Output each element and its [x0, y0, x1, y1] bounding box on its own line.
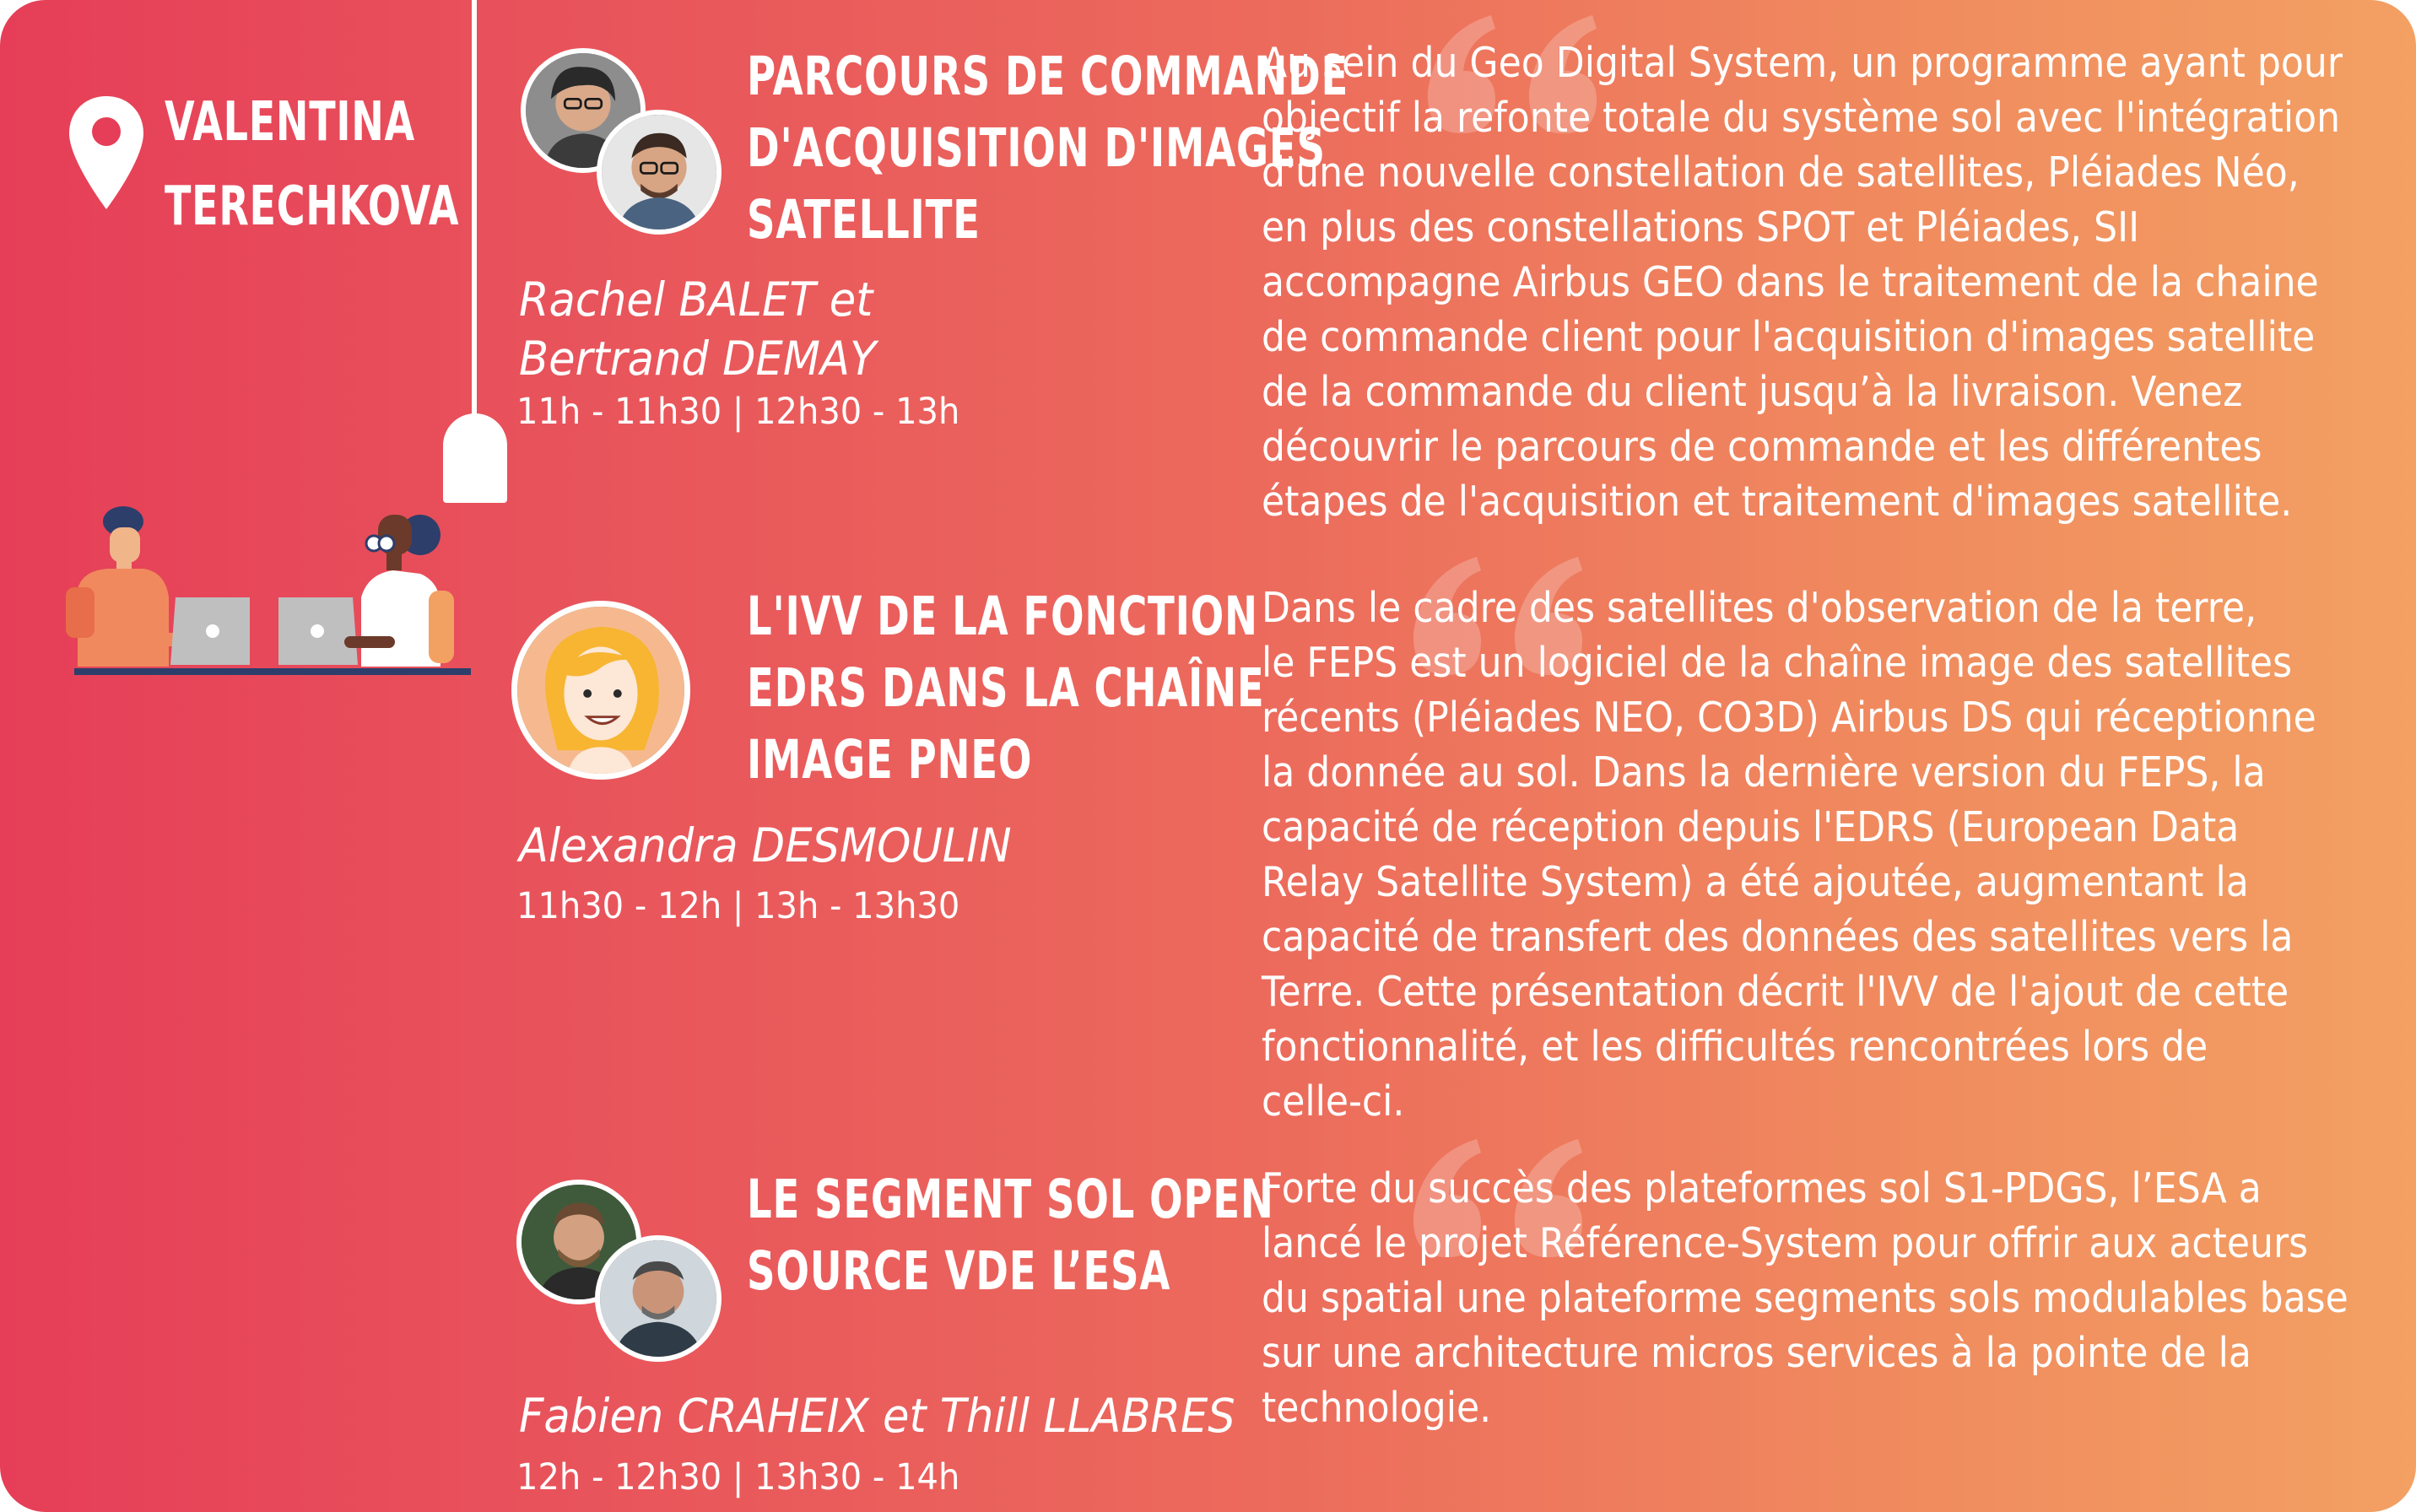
speaker-line: Alexandra DESMOULIN: [519, 818, 1012, 872]
talk-description: Au sein du Geo Digital System, un progra…: [1262, 35, 2416, 529]
room-name-line: VALENTINA: [165, 91, 415, 154]
speaker-avatar: [597, 110, 722, 235]
speaker-avatar: [511, 601, 690, 780]
talk-title: L'IVV DE LA FONCTION EDRS DANS LA CHAÎNE…: [747, 580, 1265, 796]
speaker-avatar: [595, 1235, 722, 1362]
people-with-laptops-illustration: [66, 506, 471, 675]
talk-title-line: SOURCE VDE L’ESA: [747, 1240, 1171, 1302]
talk-title-line: LE SEGMENT SOL OPEN: [747, 1169, 1274, 1230]
description-line: d'une nouvelle constellation de satellit…: [1262, 148, 2300, 197]
talk-speakers: Alexandra DESMOULIN: [519, 816, 1012, 875]
description-line: lancé le projet Référence-System pour of…: [1262, 1219, 2309, 1267]
session-card: VALENTINA TERECHKOVA PARCOURS DE COMMAND…: [0, 0, 2416, 1512]
description-line: Au sein du Geo Digital System, un progra…: [1262, 39, 2343, 87]
hanging-lamp-cord: [472, 0, 477, 422]
talk-times: 12h - 12h30 | 13h30 - 14h: [516, 1456, 960, 1498]
talk-description: Dans le cadre des satellites d'observati…: [1262, 580, 2416, 1129]
location-pin-icon: [69, 96, 143, 209]
description-line: accompagne Airbus GEO dans le traitement…: [1262, 258, 2319, 306]
description-line: capacité de réception depuis l'EDRS (Eur…: [1262, 803, 2240, 851]
description-line: étapes de l'acquisition et traitement d'…: [1262, 478, 2293, 526]
talk-description: Forte du succès des plateformes sol S1-P…: [1262, 1161, 2416, 1435]
description-line: du spatial une plateforme segments sols …: [1262, 1274, 2348, 1322]
description-line: capacité de transfert des données des sa…: [1262, 913, 2294, 961]
talk-times: 11h30 - 12h | 13h - 13h30: [516, 885, 960, 927]
talk-title-line: SATELLITE: [747, 189, 981, 251]
description-line: Dans le cadre des satellites d'observati…: [1262, 584, 2257, 632]
speaker-line: Fabien CRAHEIX et Thill LLABRES: [519, 1389, 1235, 1443]
room-name-line: TERECHKOVA: [165, 176, 460, 238]
description-line: Relay Satellite System) a été ajoutée, a…: [1262, 858, 2249, 906]
description-line: technologie.: [1262, 1384, 1492, 1432]
description-line: sur une architecture micros services à l…: [1262, 1329, 2251, 1377]
talk-title-line: PARCOURS DE COMMANDE: [747, 46, 1349, 107]
description-line: fonctionnalité, et les difficultés renco…: [1262, 1023, 2208, 1071]
room-name: VALENTINA TERECHKOVA: [165, 80, 460, 249]
speaker-line: Rachel BALET et: [519, 273, 873, 327]
speaker-line: Bertrand DEMAY: [519, 332, 877, 386]
description-line: Forte du succès des plateformes sol S1-P…: [1262, 1164, 2262, 1212]
description-line: de commande client pour l'acquisition d'…: [1262, 313, 2316, 361]
description-line: en plus des constellations SPOT et Pléia…: [1262, 203, 2140, 251]
description-line: la donnée au sol. Dans la dernière versi…: [1262, 748, 2266, 796]
description-line: le FEPS est un logiciel de la chaîne ima…: [1262, 639, 2293, 687]
description-line: Terre. Cette présentation décrit l'IVV d…: [1262, 968, 2289, 1016]
hanging-lamp-icon: [443, 413, 507, 503]
talk-title: LE SEGMENT SOL OPEN SOURCE VDE L’ESA: [747, 1164, 1274, 1307]
description-line: récents (Pléiades NEO, CO3D) Airbus DS q…: [1262, 694, 2316, 742]
talk-speakers: Rachel BALET et Bertrand DEMAY: [519, 270, 876, 388]
talk-title-line: EDRS DANS LA CHAÎNE: [747, 657, 1265, 719]
talk-speakers: Fabien CRAHEIX et Thill LLABRES: [519, 1386, 1235, 1445]
description-line: celle-ci.: [1262, 1077, 1405, 1126]
talk-title-line: D'ACQUISITION D'IMAGES: [747, 117, 1326, 179]
description-line: de la commande du client jusqu’à la livr…: [1262, 368, 2243, 416]
talk-title-line: IMAGE PNEO: [747, 729, 1033, 791]
talk-title: PARCOURS DE COMMANDE D'ACQUISITION D'IMA…: [747, 40, 1349, 256]
talk-title-line: L'IVV DE LA FONCTION: [747, 586, 1258, 647]
description-line: découvrir le parcours de commande et les…: [1262, 423, 2262, 471]
talk-times: 11h - 11h30 | 12h30 - 13h: [516, 391, 960, 433]
description-line: objectif la refonte totale du système so…: [1262, 94, 2341, 142]
